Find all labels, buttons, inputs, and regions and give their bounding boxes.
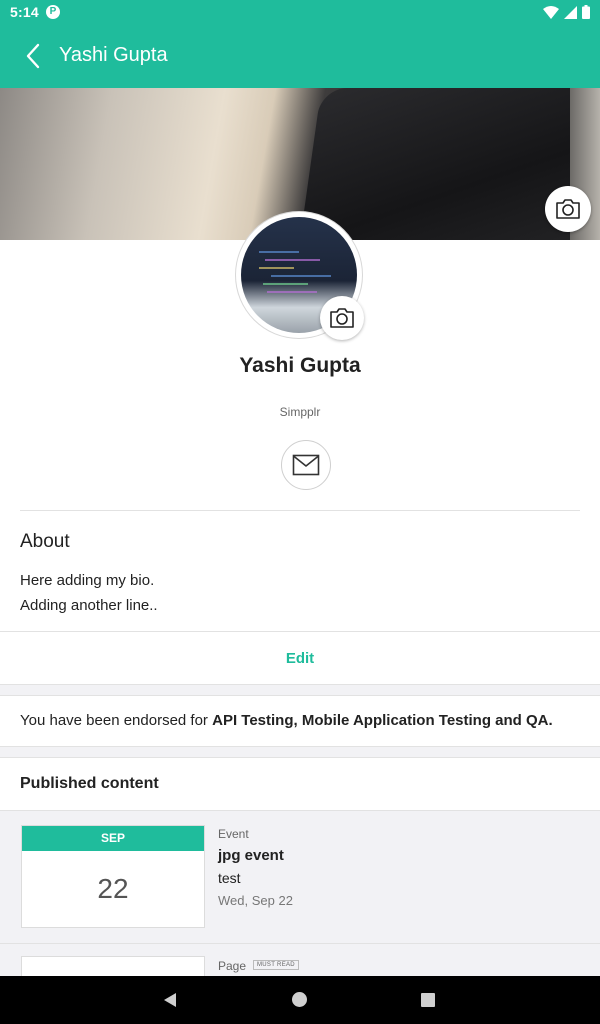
signal-icon [564,5,577,19]
app-bar-title: Yashi Gupta [59,44,168,66]
status-time: 5:14 [10,4,39,20]
must-read-badge: MUST READ [253,960,299,970]
endorsement-skills[interactable]: API Testing, Mobile Application Testing … [212,712,553,729]
event-month: SEP [22,826,204,851]
event-day: 22 [97,873,129,904]
envelope-icon [292,454,320,476]
content-date: Wed, Sep 22 [218,893,293,908]
list-item[interactable]: Page MUST READ [0,944,600,976]
system-nav-bar [0,976,600,1024]
status-bar: 5:14 P [0,0,600,24]
bio-line: Adding another line.. [20,597,158,614]
bio-line: Here adding my bio. [20,572,155,589]
status-icons [543,4,590,20]
about-heading: About [20,531,70,552]
cover-photo-camera-button[interactable] [545,186,591,232]
back-button[interactable] [18,40,50,72]
nav-back-icon[interactable] [162,992,178,1008]
list-item[interactable]: SEP 22 Event jpg event test Wed, Sep 22 [0,811,600,944]
endorsement-text: You have been endorsed for API Testing, … [20,712,553,729]
content-subtitle: test [218,870,241,886]
email-button[interactable] [281,440,331,490]
wifi-icon [543,5,559,19]
content-title[interactable]: jpg event [218,847,284,864]
battery-icon [582,5,590,19]
camera-icon [556,199,580,219]
published-content-list: SEP 22 Event jpg event test Wed, Sep 22 … [0,811,600,976]
event-date-card: SEP 22 [21,825,205,928]
section-separator [0,684,600,696]
back-arrow-icon [26,43,40,69]
camera-icon [330,308,354,328]
content-type: Event [218,827,249,841]
content-type: Page [218,959,247,973]
nav-recents-icon[interactable] [421,993,435,1007]
company-name: Simpplr [279,405,321,419]
section-separator [0,746,600,758]
profile-name: Yashi Gupta [239,354,361,377]
avatar-camera-button[interactable] [320,296,364,340]
profile-divider [20,510,580,511]
app-bar: Yashi Gupta [0,24,600,88]
edit-about-button[interactable]: Edit [286,650,314,667]
edit-row: Edit [0,631,600,685]
notification-app-icon: P [46,5,60,19]
nav-home-icon[interactable] [292,992,307,1007]
content-thumbnail [21,956,205,976]
published-content-heading: Published content [20,775,159,792]
endorsement-prefix: You have been endorsed for [20,712,213,729]
